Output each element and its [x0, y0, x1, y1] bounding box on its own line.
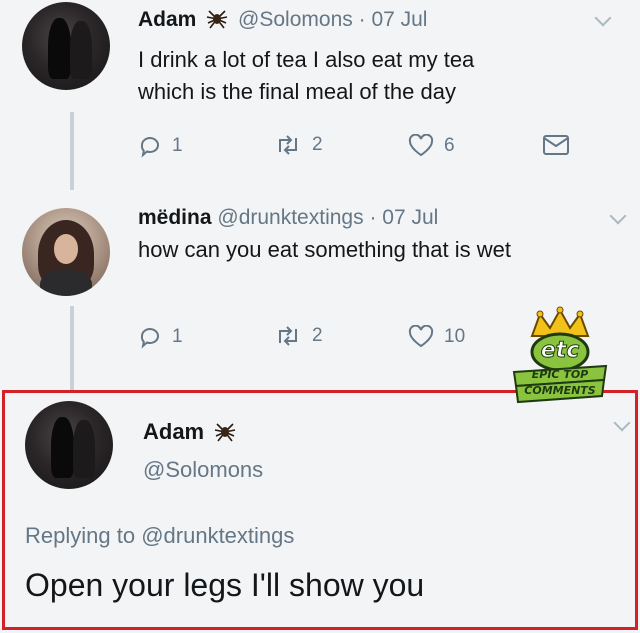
heart-icon — [408, 325, 434, 349]
retweet-count: 2 — [312, 134, 323, 155]
separator: · — [358, 8, 366, 31]
like-count: 10 — [444, 326, 466, 347]
action-bar: 1 2 6 — [138, 134, 578, 164]
reply-name-row: Adam — [143, 419, 236, 445]
highlighted-reply[interactable]: Adam @Solomons Replying to @drunktexting… — [2, 390, 638, 630]
tweet-header: mëdina @drunktextings · 07 Jul — [138, 206, 438, 230]
tweet-text: I drink a lot of tea I also eat my tea w… — [138, 44, 474, 108]
retweet-count: 2 — [312, 325, 323, 346]
tweet-text-line: which is the final meal of the day — [138, 79, 456, 104]
replying-to: Replying to @drunktextings — [25, 523, 294, 549]
chevron-down-icon[interactable] — [609, 207, 627, 225]
timestamp[interactable]: 07 Jul — [382, 206, 438, 229]
spider-icon — [214, 422, 236, 442]
timestamp[interactable]: 07 Jul — [371, 8, 427, 31]
retweet-button[interactable]: 2 — [274, 325, 323, 347]
tweet-text-line: how can you eat something that is wet — [138, 237, 511, 262]
separator: · — [369, 206, 377, 229]
retweet-button[interactable]: 2 — [274, 134, 323, 156]
like-button[interactable]: 6 — [408, 134, 455, 158]
direct-message-button[interactable] — [542, 134, 570, 156]
avatar[interactable] — [22, 2, 110, 90]
replying-prefix: Replying to — [25, 523, 136, 548]
tweet-header: Adam @Solomons · 07 Jul — [138, 8, 427, 32]
like-button[interactable]: 10 — [408, 325, 465, 349]
reply-button[interactable]: 1 — [138, 134, 183, 158]
user-handle[interactable]: @Solomons — [238, 8, 353, 31]
user-handle[interactable]: @Solomons — [143, 457, 263, 483]
tweet-text-line: I drink a lot of tea I also eat my tea — [138, 47, 475, 72]
retweet-icon — [274, 325, 302, 347]
watermark-line1: EPIC TOP — [531, 368, 589, 381]
message-icon — [542, 134, 570, 156]
heart-icon — [408, 134, 434, 158]
display-name[interactable]: Adam — [143, 419, 204, 444]
tweet-1[interactable]: Adam @Solomons · 07 Jul I drink a lot of… — [0, 0, 640, 190]
reply-icon — [138, 325, 162, 349]
reply-count: 1 — [172, 326, 183, 347]
avatar[interactable] — [22, 208, 110, 296]
reply-icon — [138, 134, 162, 158]
chevron-down-icon[interactable] — [613, 414, 631, 432]
reply-button[interactable]: 1 — [138, 325, 183, 349]
action-bar: 1 2 10 — [138, 325, 498, 355]
replying-handle-link[interactable]: @drunktextings — [141, 523, 294, 548]
spider-icon — [206, 9, 228, 29]
tweet-text: how can you eat something that is wet — [138, 234, 511, 266]
watermark-logo: etc EPIC TOP COMMENTS — [510, 306, 610, 406]
reply-count: 1 — [172, 135, 183, 156]
display-name[interactable]: mëdina — [138, 206, 212, 229]
watermark-monogram: etc — [540, 338, 580, 364]
reply-text: Open your legs I'll show you — [25, 567, 425, 603]
display-name[interactable]: Adam — [138, 8, 196, 31]
chevron-down-icon[interactable] — [594, 9, 612, 27]
user-handle[interactable]: @drunktextings — [217, 206, 363, 229]
watermark-line2: COMMENTS — [524, 384, 596, 397]
like-count: 6 — [444, 135, 455, 156]
avatar[interactable] — [25, 401, 113, 489]
retweet-icon — [274, 134, 302, 156]
